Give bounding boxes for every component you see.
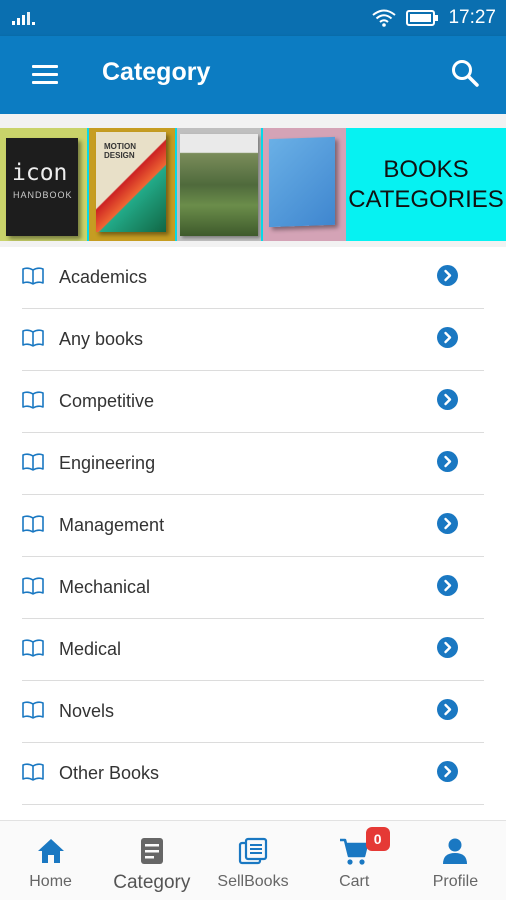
sellbooks-icon: [238, 837, 268, 865]
category-item-label: Engineering: [59, 453, 156, 473]
nav-sellbooks[interactable]: SellBooks: [202, 821, 303, 900]
banner-caption: BOOKS CATEGORIES: [346, 128, 506, 241]
home-icon: [37, 839, 64, 863]
nav-profile-label: Profile: [432, 873, 479, 890]
chevron-right-icon[interactable]: [437, 451, 458, 472]
status-time: 17:27: [448, 7, 496, 28]
banner-book-motion-design: MOTION DESIGN: [87, 128, 175, 241]
category-item[interactable]: Novels: [0, 681, 506, 743]
nav-cart-label: Cart: [339, 873, 370, 890]
header-gap: [0, 114, 506, 128]
category-item-label: Other Books: [59, 763, 160, 783]
nav-category-label: Category: [113, 872, 191, 893]
category-banner: icon HANDBOOK MOTION DESIGN BOOKS CATEGO…: [0, 128, 506, 241]
banner-caption-line1: BOOKS: [383, 155, 469, 183]
category-item-label: Any books: [59, 329, 144, 349]
banner-book-blue: [261, 128, 346, 241]
open-book-icon: [22, 267, 44, 285]
bottom-navigation: Home Category SellBooks 0 Cart Profile: [0, 820, 506, 900]
chevron-right-icon[interactable]: [437, 575, 458, 596]
search-icon[interactable]: [450, 58, 480, 88]
nav-profile[interactable]: Profile: [405, 821, 506, 900]
cart-badge: 0: [365, 827, 390, 851]
open-book-icon: [22, 701, 44, 719]
menu-icon[interactable]: [32, 65, 58, 85]
category-item-label: Academics: [59, 267, 148, 287]
chevron-right-icon[interactable]: [437, 761, 458, 782]
page-title: Category: [102, 58, 211, 86]
open-book-icon: [22, 329, 44, 347]
profile-icon: [443, 838, 468, 864]
category-item-label: Competitive: [59, 391, 155, 411]
wifi-icon: [372, 9, 397, 27]
category-item[interactable]: Engineering: [0, 433, 506, 495]
category-item-label: Management: [59, 515, 165, 535]
open-book-icon: [22, 639, 44, 657]
status-bar: 17:27: [0, 0, 506, 36]
category-item[interactable]: Academics: [0, 247, 506, 309]
category-item[interactable]: Any books: [0, 309, 506, 371]
open-book-icon: [22, 515, 44, 533]
open-book-icon: [22, 577, 44, 595]
chevron-right-icon[interactable]: [437, 265, 458, 286]
nav-cart[interactable]: 0 Cart: [304, 821, 405, 900]
category-item-label: Medical: [59, 639, 122, 659]
banner-caption-line2: CATEGORIES: [348, 185, 504, 213]
category-item-label: Mechanical: [59, 577, 151, 597]
nav-sellbooks-label: SellBooks: [217, 873, 289, 890]
category-list: Academics Any books Competitive Engineering…: [0, 247, 506, 805]
category-item[interactable]: Competitive: [0, 371, 506, 433]
chevron-right-icon[interactable]: [437, 637, 458, 658]
open-book-icon: [22, 453, 44, 471]
chevron-right-icon[interactable]: [437, 389, 458, 410]
open-book-icon: [22, 391, 44, 409]
battery-icon: [406, 10, 439, 26]
signal-icon: [12, 12, 35, 25]
banner-book-icon-handbook: icon HANDBOOK: [0, 128, 87, 241]
category-item[interactable]: Management: [0, 495, 506, 557]
chevron-right-icon[interactable]: [437, 513, 458, 534]
chevron-right-icon[interactable]: [437, 327, 458, 348]
banner-book-nature: [175, 128, 261, 241]
nav-home-label: Home: [29, 873, 72, 890]
chevron-right-icon[interactable]: [437, 699, 458, 720]
nav-category[interactable]: Category: [101, 821, 202, 900]
category-item-label: Novels: [59, 701, 115, 721]
nav-home[interactable]: Home: [0, 821, 101, 900]
category-item[interactable]: Other Books: [0, 743, 506, 805]
category-item[interactable]: Medical: [0, 619, 506, 681]
category-icon: [140, 838, 163, 864]
app-bar: Category: [0, 36, 506, 114]
open-book-icon: [22, 763, 44, 781]
category-item[interactable]: Mechanical: [0, 557, 506, 619]
